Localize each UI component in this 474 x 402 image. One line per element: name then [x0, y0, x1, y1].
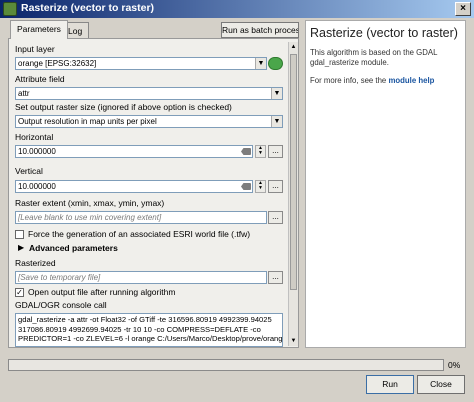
- vertical-input[interactable]: 10.000000: [15, 180, 253, 193]
- attribute-field-label: Attribute field: [15, 74, 65, 84]
- horizontal-label: Horizontal: [15, 132, 54, 142]
- help-more-prefix: For more info, see the: [310, 76, 387, 85]
- vertical-expression-button[interactable]: ...: [268, 180, 283, 193]
- help-title: Rasterize (vector to raster): [310, 26, 458, 40]
- scrollbar-thumb[interactable]: [290, 54, 297, 290]
- progress-bar: [8, 359, 444, 371]
- run-button[interactable]: Run: [366, 375, 414, 394]
- input-layer-label: Input layer: [15, 44, 55, 54]
- console-label: GDAL/OGR console call: [15, 300, 107, 310]
- help-panel: Rasterize (vector to raster) This algori…: [305, 20, 466, 348]
- horizontal-spinner[interactable]: ▲ ▼: [255, 145, 266, 158]
- console-line: PREDICTOR=1 -co ZLEVEL=6 -l orange C:/Us…: [18, 334, 283, 343]
- expand-arrow-icon[interactable]: ▶: [18, 243, 24, 252]
- chevron-down-icon[interactable]: ▼: [271, 88, 282, 99]
- rasterized-label: Rasterized: [15, 258, 56, 268]
- parameters-scrollbar[interactable]: ▲ ▼: [288, 42, 298, 346]
- advanced-parameters-toggle[interactable]: Advanced parameters: [29, 243, 118, 253]
- window-title: Rasterize (vector to raster): [21, 2, 155, 14]
- progress-percent: 0%: [448, 360, 461, 370]
- input-layer-value: orange [EPSG:32632]: [18, 59, 97, 68]
- output-size-select[interactable]: Output resolution in map units per pixel: [15, 115, 283, 128]
- horizontal-value: 10.000000: [18, 147, 56, 156]
- iterate-icon[interactable]: [268, 57, 283, 70]
- help-more-info: For more info, see the module help: [310, 76, 461, 85]
- horizontal-input[interactable]: 10.000000: [15, 145, 253, 158]
- raster-extent-label: Raster extent (xmin, xmax, ymin, ymax): [15, 198, 165, 208]
- run-as-batch-button[interactable]: Run as batch process...: [221, 22, 299, 38]
- rasterized-placeholder: [Save to temporary file]: [18, 273, 101, 282]
- window-close-button[interactable]: ×: [455, 2, 471, 16]
- rasterized-browse-button[interactable]: ...: [268, 271, 283, 284]
- close-button[interactable]: Close: [417, 375, 465, 394]
- attribute-field-select[interactable]: attr: [15, 87, 283, 100]
- title-bar: Rasterize (vector to raster) ×: [0, 0, 474, 18]
- vertical-value: 10.000000: [18, 182, 56, 191]
- help-description: This algorithm is based on the GDAL gdal…: [310, 48, 438, 67]
- console-line: gdal_rasterize -a attr -ot Float32 -of G…: [18, 315, 272, 324]
- force-world-file-checkbox[interactable]: [15, 230, 24, 239]
- open-output-checkbox[interactable]: ✓: [15, 288, 24, 297]
- output-size-value: Output resolution in map units per pixel: [18, 117, 157, 126]
- console-line: 317086.80919 4992699.94025 -tr 10 10 -co…: [18, 324, 261, 334]
- raster-extent-button[interactable]: ...: [268, 211, 283, 224]
- chevron-down-icon[interactable]: ▼: [255, 58, 266, 69]
- raster-extent-placeholder: [Leave blank to use min covering extent]: [18, 213, 162, 222]
- console-text-area[interactable]: gdal_rasterize -a attr -ot Float32 -of G…: [15, 313, 283, 347]
- chevron-down-icon[interactable]: ▼: [271, 116, 282, 127]
- qgis-icon: [3, 2, 17, 16]
- vertical-label: Vertical: [15, 166, 43, 176]
- tab-parameters[interactable]: Parameters: [10, 20, 68, 39]
- raster-extent-input[interactable]: [Leave blank to use min covering extent]: [15, 211, 267, 224]
- module-help-link[interactable]: module help: [388, 76, 434, 85]
- horizontal-expression-button[interactable]: ...: [268, 145, 283, 158]
- force-world-file-label: Force the generation of an associated ES…: [28, 229, 251, 239]
- scroll-down-icon[interactable]: ▼: [289, 336, 298, 346]
- rasterized-output-input[interactable]: [Save to temporary file]: [15, 271, 267, 284]
- output-size-label: Set output raster size (ignored if above…: [15, 102, 232, 112]
- open-output-label: Open output file after running algorithm: [28, 287, 176, 297]
- vertical-spinner[interactable]: ▲ ▼: [255, 180, 266, 193]
- attribute-field-value: attr: [18, 89, 30, 98]
- input-layer-select[interactable]: orange [EPSG:32632]: [15, 57, 267, 70]
- scroll-up-icon[interactable]: ▲: [289, 42, 298, 52]
